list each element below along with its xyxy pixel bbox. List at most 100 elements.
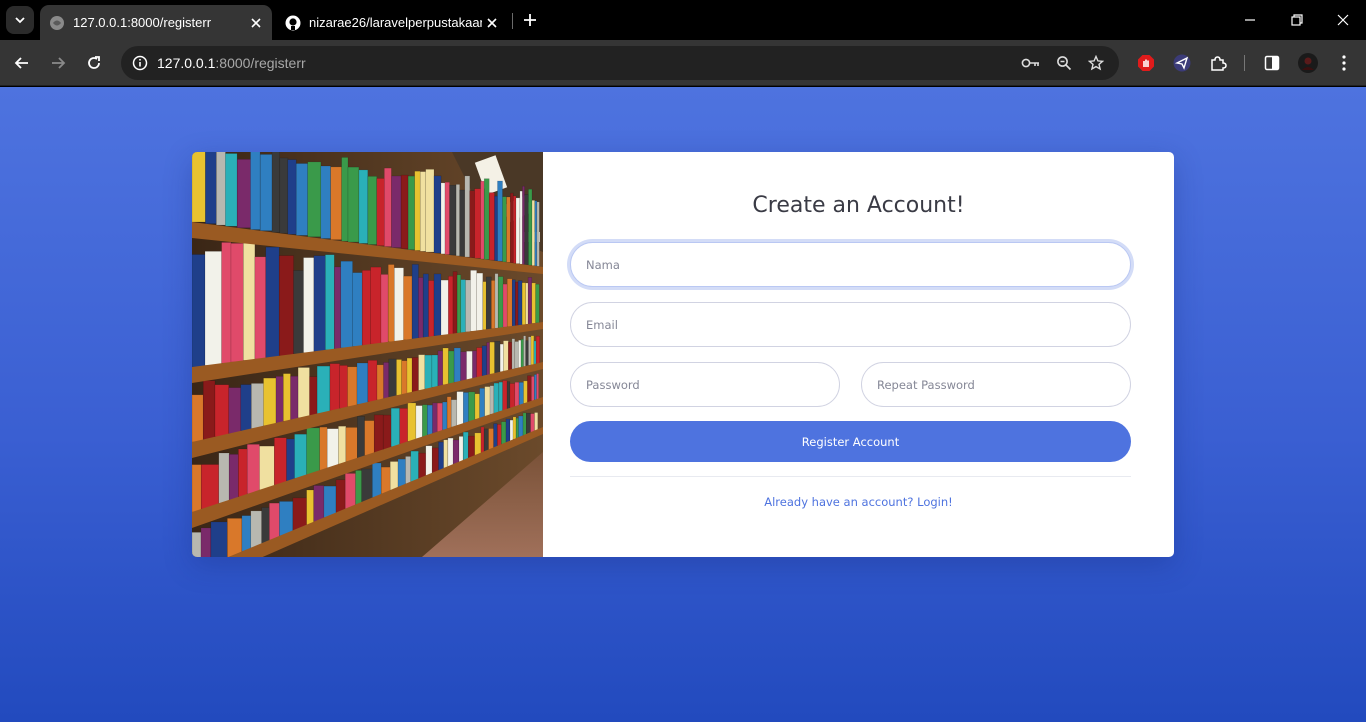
plus-icon xyxy=(524,14,536,26)
book-spine xyxy=(502,380,508,411)
book-spine xyxy=(361,270,371,346)
name-input[interactable] xyxy=(570,242,1131,287)
repeat-password-input[interactable] xyxy=(861,362,1131,407)
tab-search-button[interactable] xyxy=(6,6,34,34)
browser-toolbar: 127.0.0.1:8000/registerr xyxy=(0,40,1366,86)
book-spine xyxy=(388,358,397,398)
book-spine xyxy=(450,399,458,428)
book-spine xyxy=(515,197,521,264)
book-spine xyxy=(518,415,524,438)
book-spine xyxy=(307,161,322,238)
book-spine xyxy=(456,391,464,426)
book-spine xyxy=(326,428,339,468)
book-spine xyxy=(425,445,433,476)
book-spine xyxy=(192,532,202,557)
book-spine xyxy=(341,157,349,242)
book-spine xyxy=(228,454,239,501)
book-spine xyxy=(306,427,320,475)
profile-avatar[interactable] xyxy=(1296,51,1320,75)
book-spine xyxy=(422,404,428,437)
forward-button[interactable] xyxy=(44,49,72,77)
tab-registerr[interactable]: 127.0.0.1:8000/registerr xyxy=(40,5,272,40)
book-spine xyxy=(458,436,464,462)
tab-github[interactable]: nizarae26/laravelperpustakaan xyxy=(276,5,508,40)
book-spine xyxy=(269,502,280,541)
adblock-extension-icon[interactable] xyxy=(1134,51,1158,75)
side-panel-icon[interactable] xyxy=(1260,51,1284,75)
book-spine xyxy=(494,273,499,329)
book-spine xyxy=(376,178,385,246)
book-spine xyxy=(522,412,527,436)
book-spine xyxy=(494,340,501,374)
book-spine xyxy=(265,246,280,358)
book-spine xyxy=(323,485,337,518)
tab-separator xyxy=(512,13,513,29)
book-spine xyxy=(330,166,342,240)
reload-button[interactable] xyxy=(80,49,108,77)
email-input[interactable] xyxy=(570,302,1131,347)
book-spine xyxy=(259,445,275,491)
book-spine xyxy=(534,412,539,431)
book-spine xyxy=(389,461,399,491)
book-spine xyxy=(230,243,244,363)
zoom-icon[interactable] xyxy=(1052,51,1076,75)
close-tab-icon[interactable] xyxy=(246,13,266,33)
book-spine xyxy=(440,182,446,255)
book-spine xyxy=(279,157,289,234)
book-spine xyxy=(467,435,475,459)
book-spine xyxy=(422,273,429,338)
book-spine xyxy=(387,264,395,343)
book-spine xyxy=(448,350,455,384)
book-spine xyxy=(347,166,360,243)
book-spine xyxy=(493,382,500,414)
book-spine xyxy=(221,242,232,364)
extensions-icon[interactable] xyxy=(1206,51,1230,75)
book-spine xyxy=(357,416,365,459)
book-spine xyxy=(358,169,369,244)
book-spine xyxy=(275,376,284,424)
book-spine xyxy=(525,340,529,367)
proton-vpn-extension-icon[interactable] xyxy=(1170,51,1194,75)
book-spine xyxy=(433,175,442,254)
book-spine xyxy=(470,270,477,332)
restore-button[interactable] xyxy=(1285,8,1309,32)
book-spine xyxy=(246,444,260,495)
book-spine xyxy=(442,347,449,386)
book-spine xyxy=(466,350,473,380)
site-info-icon[interactable] xyxy=(128,51,152,75)
book-spine xyxy=(469,190,475,258)
book-spine xyxy=(250,152,261,230)
book-spine xyxy=(499,343,504,373)
close-tab-icon[interactable] xyxy=(482,13,502,33)
address-bar[interactable]: 127.0.0.1:8000/registerr xyxy=(121,46,1119,80)
back-button[interactable] xyxy=(8,49,36,77)
book-spine xyxy=(455,184,460,257)
book-spine xyxy=(531,282,536,324)
book-spine xyxy=(415,405,423,439)
book-spine xyxy=(418,277,424,339)
book-spine xyxy=(225,153,238,227)
book-spine xyxy=(425,169,435,253)
url-text[interactable]: 127.0.0.1:8000/registerr xyxy=(157,55,306,71)
password-input[interactable] xyxy=(570,362,840,407)
book-spine xyxy=(391,175,402,248)
book-spine xyxy=(418,452,427,479)
login-link[interactable]: Already have an account? Login! xyxy=(543,495,1174,509)
key-icon[interactable] xyxy=(1019,51,1043,75)
new-tab-button[interactable] xyxy=(518,8,542,32)
register-account-button[interactable]: Register Account xyxy=(570,421,1131,462)
book-spine xyxy=(309,376,318,416)
star-icon[interactable] xyxy=(1084,51,1108,75)
menu-icon[interactable] xyxy=(1332,51,1356,75)
book-spine xyxy=(508,341,513,371)
book-spine xyxy=(384,167,392,247)
book-spine xyxy=(488,192,495,261)
divider xyxy=(570,476,1131,477)
book-spine xyxy=(403,275,413,341)
toolbar-separator xyxy=(1244,55,1245,71)
book-spine xyxy=(480,180,485,260)
minimize-button[interactable] xyxy=(1238,8,1262,32)
close-window-button[interactable] xyxy=(1331,8,1355,32)
book-spine xyxy=(406,357,413,394)
book-spine xyxy=(283,373,291,422)
